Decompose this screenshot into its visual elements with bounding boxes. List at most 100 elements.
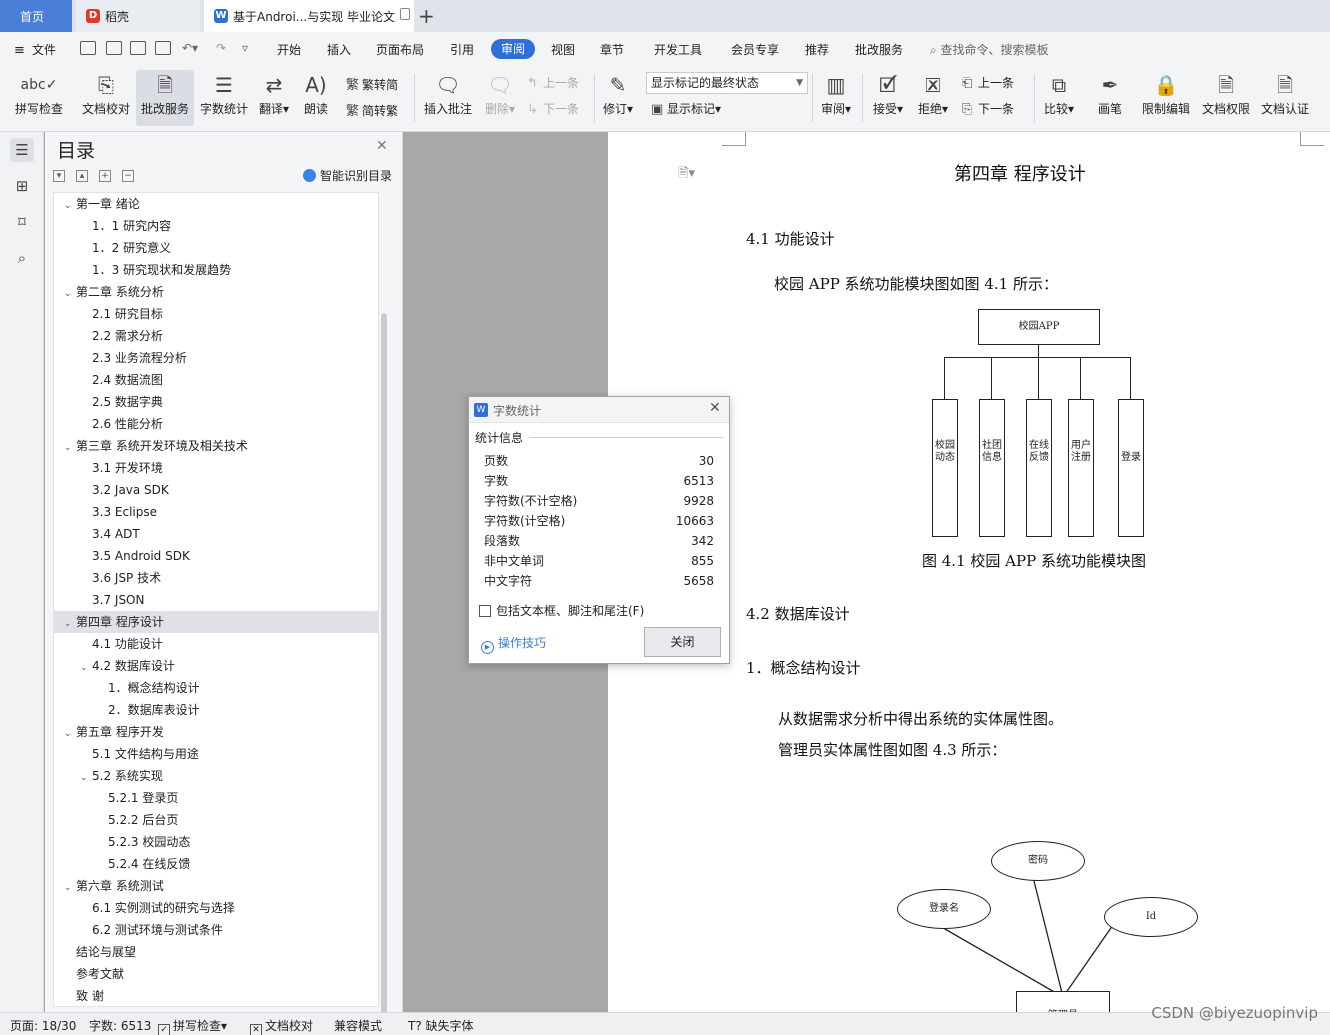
compat-mode[interactable]: 兼容模式 xyxy=(334,1017,382,1034)
toc-item[interactable]: 3.4 ADT xyxy=(54,523,378,545)
toc-item[interactable]: ⌄ 第二章 系统分析 xyxy=(54,281,378,303)
spellcheck-button[interactable]: abc✓ 拼写检查 xyxy=(8,70,70,126)
toc-item[interactable]: 1．1 研究内容 xyxy=(54,215,378,237)
toc-item[interactable]: 5.2.4 在线反馈 xyxy=(54,853,378,875)
menu-view[interactable]: 视图 xyxy=(551,41,575,58)
trad-to-simp-button[interactable]: 繁繁转简 xyxy=(346,74,398,93)
menu-file[interactable]: ≡ 文件 xyxy=(14,41,56,58)
menu-member[interactable]: 会员专享 xyxy=(731,41,779,58)
smart-toc-button[interactable]: 智能识别目录 xyxy=(303,167,392,184)
include-textbox-checkbox[interactable]: 包括文本框、脚注和尾注(F) xyxy=(479,602,644,619)
toc-item[interactable]: 5.1 文件结构与用途 xyxy=(54,743,378,765)
next-comment-button[interactable]: ↳ 下一条 xyxy=(527,100,579,117)
redo-icon[interactable]: ↷ xyxy=(216,41,226,55)
simp-to-trad-button[interactable]: 繁简转繁 xyxy=(346,100,398,119)
toc-item[interactable]: ⌄ 第六章 系统测试 xyxy=(54,875,378,897)
prev-revision-button[interactable]: ⎗ 上一条 xyxy=(962,74,1014,91)
toc-item[interactable]: ⌄ 第三章 系统开发环境及相关技术 xyxy=(54,435,378,457)
toc-scrollbar[interactable] xyxy=(381,313,387,1035)
prev-comment-button[interactable]: ↰ 上一条 xyxy=(527,74,579,91)
review-service-button[interactable]: 🗎 批改服务 xyxy=(136,70,194,126)
chevron-down-icon[interactable]: ⌄ xyxy=(64,723,76,745)
toc-item[interactable]: 5.2.2 后台页 xyxy=(54,809,378,831)
toc-item[interactable]: 4.1 功能设计 xyxy=(54,633,378,655)
toc-item[interactable]: ⌄ 4.2 数据库设计 xyxy=(54,655,378,677)
chevron-down-icon[interactable]: ⌄ xyxy=(80,767,92,789)
toc-item[interactable]: 1．概念结构设计 xyxy=(54,677,378,699)
preview-icon[interactable] xyxy=(155,41,171,55)
menu-recommend[interactable]: 推荐 xyxy=(805,41,829,58)
menu-insert[interactable]: 插入 xyxy=(327,41,351,58)
toc-item[interactable]: 2.2 需求分析 xyxy=(54,325,378,347)
accept-button[interactable]: 🗹 接受▾ xyxy=(868,70,908,126)
save-icon[interactable] xyxy=(80,41,96,55)
toc-item[interactable]: 5.2.1 登录页 xyxy=(54,787,378,809)
toc-item[interactable]: 2.1 研究目标 xyxy=(54,303,378,325)
toc-item[interactable]: 2.4 数据流图 xyxy=(54,369,378,391)
translate-button[interactable]: ⇄ 翻译▾ xyxy=(254,70,294,126)
toc-item[interactable]: 结论与展望 xyxy=(54,941,378,963)
menu-page-layout[interactable]: 页面布局 xyxy=(376,41,424,58)
toc-item[interactable]: 1．2 研究意义 xyxy=(54,237,378,259)
toc-item[interactable]: 3.7 JSON xyxy=(54,589,378,611)
tips-link[interactable]: ▶ 操作技巧 xyxy=(481,634,546,654)
command-search[interactable]: ⌕ 查找命令、搜索模板 xyxy=(930,41,1049,58)
revise-button[interactable]: ✎ 修订▾ xyxy=(598,70,638,126)
chevron-down-icon[interactable]: ⌄ xyxy=(64,877,76,899)
compare-button[interactable]: ⧉ 比较▾ xyxy=(1038,70,1080,126)
toc-item[interactable]: 3.1 开发环境 xyxy=(54,457,378,479)
toc-panel-icon[interactable]: ☰ xyxy=(10,138,34,162)
menu-references[interactable]: 引用 xyxy=(450,41,474,58)
spellcheck-status[interactable]: ✓ 拼写检查▾ xyxy=(158,1017,227,1035)
chevron-down-icon[interactable]: ⌄ xyxy=(64,437,76,459)
page-indicator[interactable]: 页面: 18/30 xyxy=(10,1017,76,1034)
add-level-icon[interactable]: + xyxy=(99,170,111,182)
paragraph-options-icon[interactable]: 🗎▾ xyxy=(678,164,695,186)
menu-dev-tools[interactable]: 开发工具 xyxy=(654,41,702,58)
toc-item[interactable]: 致 谢 xyxy=(54,985,378,1007)
show-markup-button[interactable]: ▣ 显示标记▾ xyxy=(651,100,721,117)
close-button[interactable]: 关闭 xyxy=(644,627,721,657)
collapse-all-icon[interactable]: ▾ xyxy=(53,170,65,182)
tab-daoke[interactable]: D 稻壳 xyxy=(76,0,200,32)
markup-state-select[interactable]: 显示标记的最终状态 ▼ xyxy=(646,72,808,94)
menu-section[interactable]: 章节 xyxy=(600,41,624,58)
tab-document[interactable]: W 基于Androi...与实现 毕业论文 xyxy=(204,0,414,32)
toc-item[interactable]: ⌄ 第五章 程序开发 xyxy=(54,721,378,743)
customize-icon[interactable]: ▿ xyxy=(242,41,248,55)
word-count-button[interactable]: ☰ 字数统计 xyxy=(197,70,251,126)
navigation-icon[interactable]: ⊞ xyxy=(10,174,34,198)
toc-item[interactable]: 3.5 Android SDK xyxy=(54,545,378,567)
tab-window-icon[interactable] xyxy=(400,8,410,20)
toc-item[interactable]: 3.3 Eclipse xyxy=(54,501,378,523)
toc-item[interactable]: ⌄ 第一章 绪论 xyxy=(54,193,378,215)
remove-level-icon[interactable]: − xyxy=(122,170,134,182)
proofread-status[interactable]: ✕ 文档校对 xyxy=(250,1017,313,1035)
print-icon[interactable] xyxy=(130,41,146,55)
expand-up-icon[interactable]: ▴ xyxy=(76,170,88,182)
menu-review[interactable]: 审阅 xyxy=(491,39,535,59)
bookmark-icon[interactable]: ⌑ xyxy=(10,210,34,234)
toc-item[interactable]: 2.5 数据字典 xyxy=(54,391,378,413)
toc-item[interactable]: 3.6 JSP 技术 xyxy=(54,567,378,589)
toc-item[interactable]: 2.6 性能分析 xyxy=(54,413,378,435)
delete-comment-button[interactable]: 🗨 删除▾ xyxy=(480,70,520,126)
toc-item[interactable]: 5.2.3 校园动态 xyxy=(54,831,378,853)
menu-review-service[interactable]: 批改服务 xyxy=(855,41,903,58)
next-revision-button[interactable]: ⎘ 下一条 xyxy=(962,100,1014,117)
menu-start[interactable]: 开始 xyxy=(277,41,301,58)
search-icon[interactable]: ⌕ xyxy=(10,246,34,270)
review-pane-button[interactable]: ▥ 审阅▾ xyxy=(816,70,856,126)
pen-button[interactable]: ✒ 画笔 xyxy=(1092,70,1128,126)
checkbox-box[interactable] xyxy=(479,605,491,617)
proofread-button[interactable]: ⎘ 文档校对 xyxy=(78,70,134,126)
toc-item[interactable]: ⌄ 5.2 系统实现 xyxy=(54,765,378,787)
reject-button[interactable]: 🗷 拒绝▾ xyxy=(912,70,954,126)
toc-item[interactable]: 3.2 Java SDK xyxy=(54,479,378,501)
toc-item[interactable]: 6.2 测试环境与测试条件 xyxy=(54,919,378,941)
chevron-down-icon[interactable]: ⌄ xyxy=(64,613,76,635)
doc-permission-button[interactable]: 🗎 文档权限 xyxy=(1198,70,1254,126)
close-icon[interactable]: ✕ xyxy=(376,138,388,154)
new-tab-button[interactable]: + xyxy=(418,4,435,28)
toc-item[interactable]: 参考文献 xyxy=(54,963,378,985)
